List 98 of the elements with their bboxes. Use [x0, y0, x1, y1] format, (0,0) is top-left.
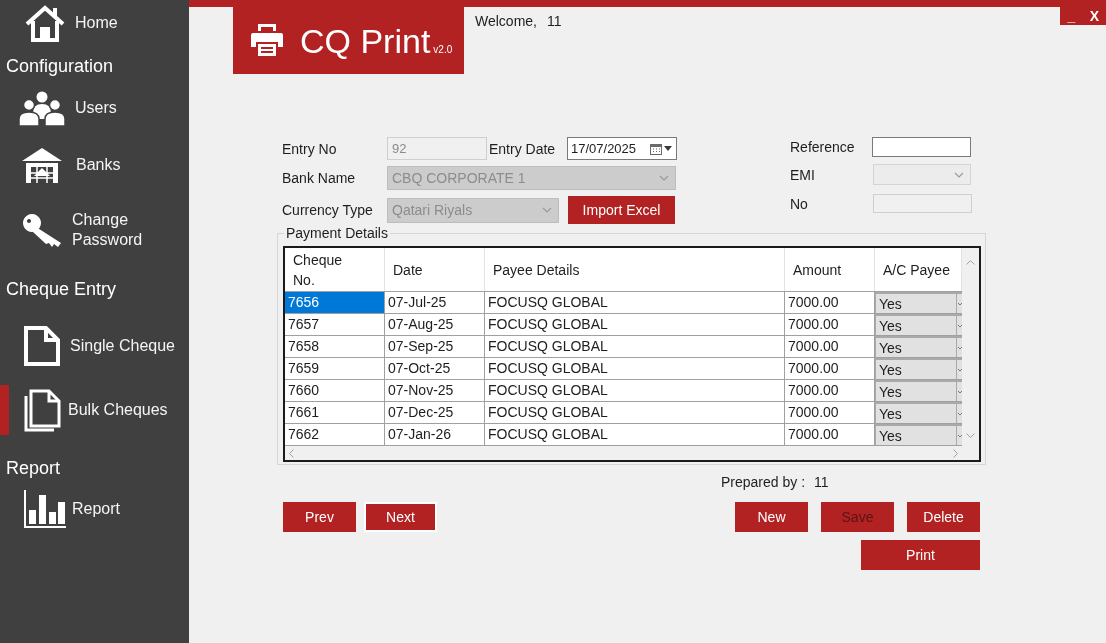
- printer-icon: [250, 22, 284, 57]
- field-label: EMI: [790, 166, 816, 183]
- dropdown-cell[interactable]: Yes: [875, 336, 962, 357]
- section-heading: Cheque Entry: [5, 278, 117, 300]
- chevron-left-icon[interactable]: [289, 448, 294, 458]
- minimize-button[interactable]: _: [1060, 7, 1083, 25]
- action-button[interactable]: New: [735, 502, 808, 532]
- table-cell: 07-Oct-25: [385, 358, 485, 380]
- table-cell: 7000.00: [785, 380, 875, 402]
- table-cell: 07-Sep-25: [385, 336, 485, 358]
- print-button[interactable]: Print: [861, 540, 980, 570]
- column-header[interactable]: Cheque No.: [293, 249, 353, 290]
- table-cell: 07-Dec-25: [385, 402, 485, 424]
- user-name: 11: [547, 13, 562, 29]
- table-cell: FOCUSQ GLOBAL: [485, 336, 785, 358]
- field-label: No: [790, 195, 809, 212]
- table-cell: 7659: [285, 358, 385, 380]
- group-title: Payment Details: [285, 225, 389, 241]
- table-cell: FOCUSQ GLOBAL: [485, 424, 785, 446]
- close-button[interactable]: X: [1083, 7, 1106, 25]
- chevron-down-icon: [958, 367, 962, 372]
- chevron-down-icon: [958, 345, 962, 350]
- field-label: Entry No: [282, 140, 338, 157]
- table-cell: 07-Aug-25: [385, 314, 485, 336]
- action-button[interactable]: Delete: [907, 502, 980, 532]
- dropdown-cell[interactable]: Yes: [875, 380, 962, 401]
- chevron-down-icon: [958, 411, 962, 416]
- section-heading: Configuration: [5, 55, 114, 77]
- table-cell: 7000.00: [785, 358, 875, 380]
- table-cell: FOCUSQ GLOBAL: [485, 292, 785, 314]
- key-icon: [22, 212, 62, 248]
- chevron-down-icon: [958, 323, 962, 328]
- vertical-scrollbar[interactable]: [962, 248, 979, 446]
- chevron-down-icon: [954, 171, 964, 178]
- column-header[interactable]: Payee Details: [493, 259, 580, 280]
- app-name: CQ Print: [300, 22, 431, 59]
- table-cell: 7000.00: [785, 292, 875, 314]
- table-cell: 07-Jul-25: [385, 292, 485, 314]
- calendar-icon: [650, 142, 662, 155]
- field-label: Reference: [790, 139, 856, 155]
- field-label: Currency Type: [282, 202, 374, 218]
- dropdown-cell[interactable]: Yes: [875, 292, 962, 313]
- table-cell: 7656: [285, 292, 385, 314]
- chevron-down-icon: [958, 301, 962, 306]
- chevron-down-icon: [958, 389, 962, 394]
- column-header[interactable]: Amount: [793, 259, 842, 280]
- table-cell: 7657: [285, 314, 385, 336]
- nav-button[interactable]: Prev: [283, 502, 356, 532]
- chevron-up-icon[interactable]: [966, 260, 975, 265]
- table-cell: 7000.00: [785, 314, 875, 336]
- sidebar-item[interactable]: Report: [0, 489, 189, 529]
- table-cell: 7662: [285, 424, 385, 446]
- dropdown-cell[interactable]: Yes: [875, 424, 962, 445]
- table-cell: 7661: [285, 402, 385, 424]
- table-cell: 7000.00: [785, 336, 875, 358]
- documents-icon: [24, 388, 61, 432]
- column-header[interactable]: Date: [393, 259, 423, 280]
- sidebar-item[interactable]: Change Password: [0, 205, 189, 255]
- horizontal-scrollbar[interactable]: [285, 446, 962, 460]
- nav-button[interactable]: Next: [364, 502, 437, 532]
- sidebar-item[interactable]: Home: [0, 1, 189, 45]
- table-cell: 7000.00: [785, 402, 875, 424]
- table-cell: FOCUSQ GLOBAL: [485, 358, 785, 380]
- caret-down-icon: [664, 146, 672, 151]
- table-cell: 07-Jan-26: [385, 424, 485, 446]
- dropdown-cell[interactable]: Yes: [875, 358, 962, 379]
- house-icon: [25, 4, 65, 42]
- welcome-text: Welcome,: [475, 13, 537, 29]
- table-cell: 7660: [285, 380, 385, 402]
- field-label: Bank Name: [282, 170, 357, 186]
- table-cell: 7000.00: [785, 424, 875, 446]
- table-cell: 7658: [285, 336, 385, 358]
- dropdown-cell[interactable]: Yes: [875, 314, 962, 335]
- document-icon: [24, 326, 60, 366]
- date-picker[interactable]: 17/07/2025: [567, 137, 677, 160]
- table-cell: FOCUSQ GLOBAL: [485, 314, 785, 336]
- table-cell: 07-Nov-25: [385, 380, 485, 402]
- section-heading: Report: [5, 456, 61, 479]
- input-field[interactable]: [872, 137, 971, 157]
- bar-chart-icon: [24, 490, 66, 528]
- field-label: Entry Date: [489, 140, 557, 157]
- chevron-down-icon: [659, 175, 669, 181]
- bank-building-icon: [22, 147, 62, 183]
- chevron-down-icon: [542, 207, 552, 213]
- sidebar-item[interactable]: Users: [0, 86, 189, 130]
- sidebar-item[interactable]: Single Cheque: [0, 321, 189, 371]
- prepared-by-value: 11: [814, 474, 829, 490]
- sidebar-item[interactable]: Banks: [0, 140, 189, 190]
- import-excel-button[interactable]: Import Excel: [568, 196, 675, 224]
- chevron-right-icon[interactable]: [953, 448, 958, 458]
- table-cell: FOCUSQ GLOBAL: [485, 380, 785, 402]
- sidebar-item[interactable]: Bulk Cheques: [0, 385, 189, 435]
- people-icon: [17, 90, 67, 126]
- dropdown-cell[interactable]: Yes: [875, 402, 962, 423]
- column-header[interactable]: A/C Payee: [883, 259, 950, 280]
- version-label: v2.0: [433, 43, 453, 56]
- table-cell: FOCUSQ GLOBAL: [485, 402, 785, 424]
- prepared-by-label: Prepared by :: [721, 474, 806, 490]
